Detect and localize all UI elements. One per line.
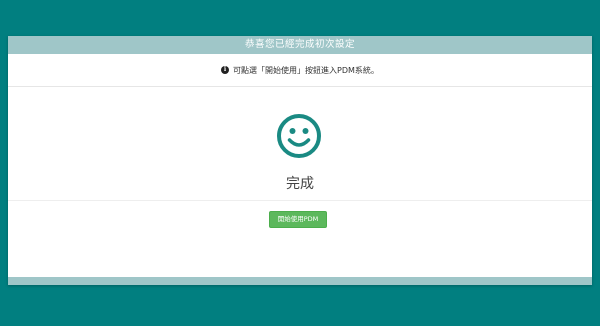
start-pdm-button[interactable]: 開始使用PDM [269,211,327,228]
smiley-face-icon [277,114,321,158]
dialog-title: 恭喜您已經完成初次設定 [8,36,592,54]
notice-row: i 可點選「開始使用」按鈕進入PDM系統。 [8,54,592,87]
dialog-footer-bar [8,277,592,285]
actions-section: 開始使用PDM [8,201,592,273]
status-label: 完成 [286,176,314,192]
setup-complete-dialog: 恭喜您已經完成初次設定 i 可點選「開始使用」按鈕進入PDM系統。 完成 開始使… [8,36,592,285]
status-section: 完成 [8,87,592,201]
info-circle-icon: i [221,66,230,74]
notice-text: 可點選「開始使用」按鈕進入PDM系統。 [233,65,379,75]
